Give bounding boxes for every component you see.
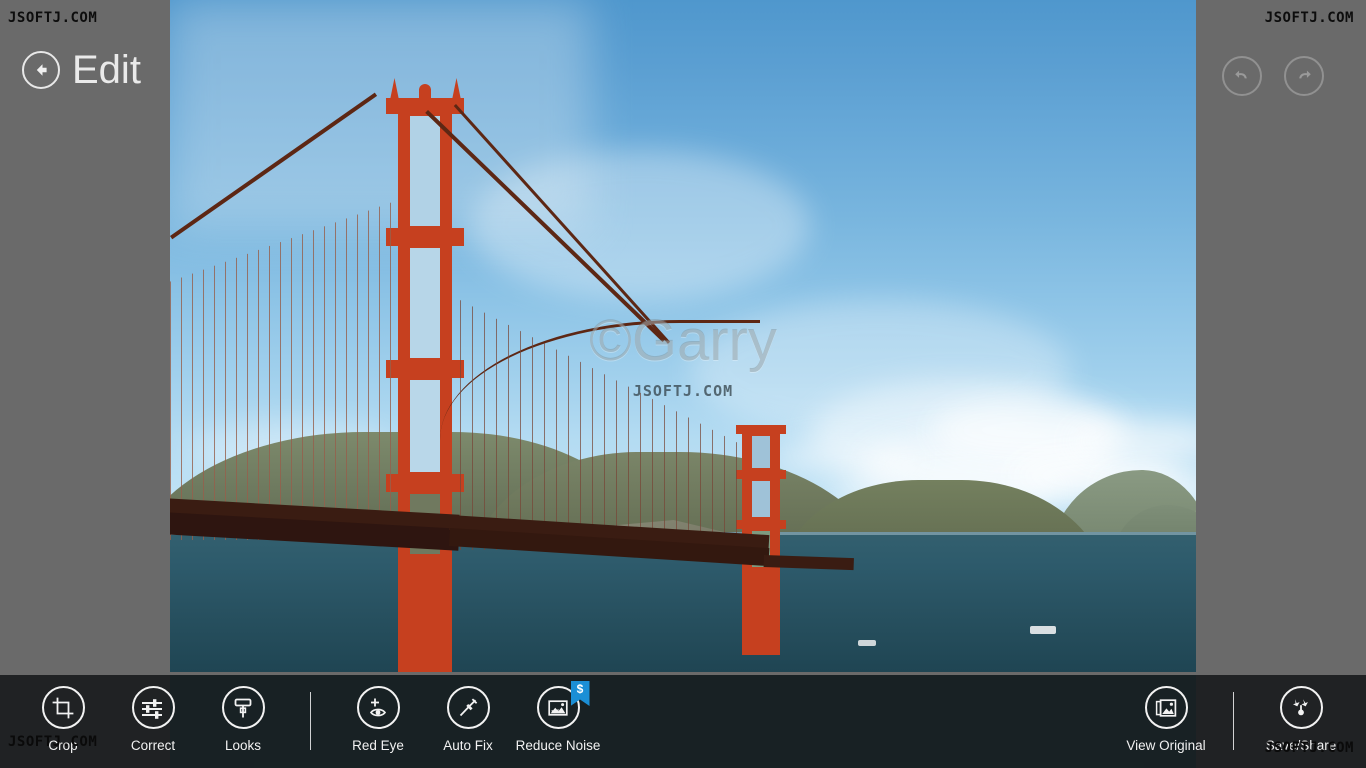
watermark-top-right: JSOFTJ.COM — [1264, 10, 1354, 26]
looks-label: Looks — [224, 738, 262, 753]
share-icon — [1279, 686, 1323, 729]
undo-button[interactable] — [1222, 56, 1262, 96]
reduce-noise-icon: $ — [536, 681, 590, 729]
tower-window — [410, 380, 440, 472]
auto-fix-button[interactable]: Auto Fix — [423, 675, 513, 768]
view-original-label: View Original — [1126, 738, 1206, 753]
back-navigation[interactable]: Edit — [22, 50, 141, 90]
undo-icon — [1235, 70, 1247, 79]
save-share-button[interactable]: Save/Share — [1256, 675, 1346, 768]
sliders-icon — [131, 686, 175, 729]
photo-stack-icon — [1144, 686, 1188, 729]
reduce-noise-label: Reduce Noise — [515, 738, 601, 753]
tower-window — [410, 248, 440, 358]
app-header: Edit — [0, 0, 170, 170]
tower-window — [410, 116, 440, 226]
cloud — [770, 440, 920, 474]
tower-brace — [408, 618, 442, 672]
auto-fix-label: Auto Fix — [443, 738, 493, 753]
bridge-far-tower — [736, 520, 786, 529]
paint-roller-icon — [221, 686, 265, 729]
boat — [858, 640, 876, 646]
crop-button[interactable]: Crop — [18, 675, 108, 768]
crop-icon — [41, 686, 85, 729]
boat — [1030, 626, 1056, 634]
photo-image: ©Garry JSOFTJ.COM — [170, 0, 1196, 672]
looks-button[interactable]: Looks — [198, 675, 288, 768]
red-eye-button[interactable]: Red Eye — [333, 675, 423, 768]
price-badge: $ — [570, 681, 590, 706]
tower-finial — [419, 84, 431, 100]
photo-editor-app: ©Garry JSOFTJ.COM Edit Crop Correct Look… — [0, 0, 1366, 768]
redo-button[interactable] — [1284, 56, 1324, 96]
red-eye-label: Red Eye — [352, 738, 404, 753]
appbar-right-commands: View Original Save/Share — [1121, 675, 1366, 768]
top-actions — [1222, 56, 1324, 96]
redo-icon — [1299, 70, 1311, 79]
appbar-separator — [310, 692, 311, 750]
back-arrow-icon[interactable] — [22, 51, 60, 89]
save-share-label: Save/Share — [1265, 738, 1337, 753]
tower-window — [752, 481, 770, 517]
bottom-app-bar: Crop Correct Looks Red Eye Auto Fix $ Re… — [0, 675, 1366, 768]
crop-label: Crop — [48, 738, 78, 753]
reduce-noise-button[interactable]: $ Reduce Noise — [513, 675, 603, 768]
correct-label: Correct — [130, 738, 176, 753]
view-original-button[interactable]: View Original — [1121, 675, 1211, 768]
magic-wand-icon — [446, 686, 490, 729]
correct-button[interactable]: Correct — [108, 675, 198, 768]
appbar-left-commands: Crop Correct Looks Red Eye Auto Fix $ Re… — [0, 675, 603, 768]
appbar-separator — [1233, 692, 1234, 750]
tower-brace — [408, 560, 442, 614]
photo-canvas[interactable]: ©Garry JSOFTJ.COM — [170, 0, 1196, 672]
page-title: Edit — [72, 48, 141, 92]
watermark-top-left: JSOFTJ.COM — [8, 10, 98, 26]
red-eye-icon — [356, 686, 400, 729]
